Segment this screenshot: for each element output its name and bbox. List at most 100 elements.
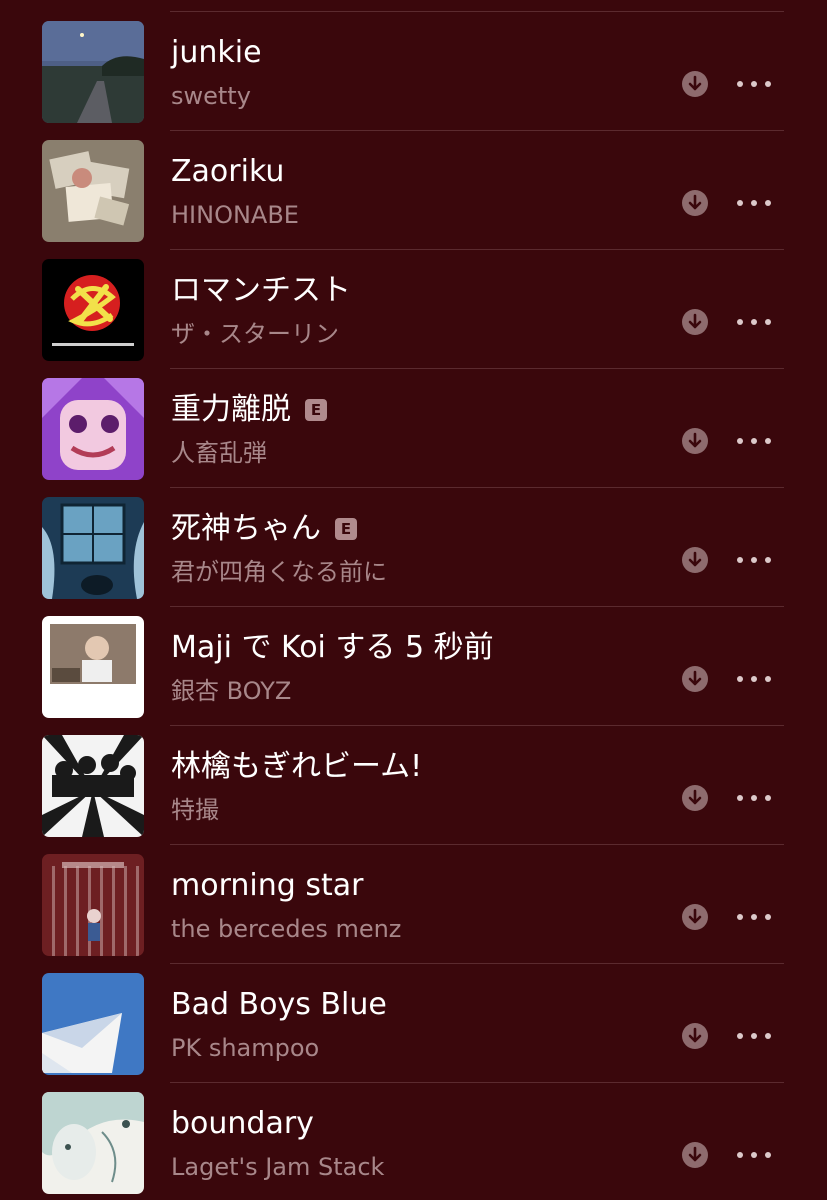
more-icon-dot	[751, 557, 757, 563]
download-button[interactable]	[682, 785, 708, 811]
more-icon-dot	[751, 1152, 757, 1158]
art-purple-anime-face[interactable]	[42, 378, 144, 480]
song-row-6[interactable]: Maji で Koi する 5 秒前 銀杏 BOYZ	[0, 607, 827, 726]
song-row-2[interactable]: Zaoriku HINONABE	[0, 131, 827, 250]
download-icon	[688, 1027, 702, 1043]
more-icon-dot	[737, 1152, 743, 1158]
download-button[interactable]	[682, 547, 708, 573]
art-red-stripes[interactable]	[42, 854, 144, 956]
art-dusk-road[interactable]	[42, 21, 144, 123]
song-title-text: 重力離脱	[171, 392, 291, 427]
more-button[interactable]	[737, 429, 771, 453]
more-button[interactable]	[737, 1024, 771, 1048]
download-button[interactable]	[682, 71, 708, 97]
download-button[interactable]	[682, 904, 708, 930]
more-icon-dot	[751, 676, 757, 682]
more-icon-dot	[751, 438, 757, 444]
more-button[interactable]	[737, 72, 771, 96]
explicit-badge: E	[335, 518, 357, 540]
song-title: morning star	[171, 868, 363, 904]
explicit-badge: E	[305, 399, 327, 421]
more-icon-dot	[751, 81, 757, 87]
more-icon-dot	[751, 1033, 757, 1039]
art-photo-collage[interactable]	[42, 140, 144, 242]
more-button[interactable]	[737, 1143, 771, 1167]
more-icon-dot	[765, 438, 771, 444]
download-icon	[688, 670, 702, 686]
song-title-text: 死神ちゃん	[171, 511, 321, 546]
download-icon	[688, 194, 702, 210]
artist-name: 特撮	[171, 796, 219, 824]
more-button[interactable]	[737, 310, 771, 334]
more-icon-dot	[751, 914, 757, 920]
download-icon	[688, 1146, 702, 1162]
artist-name: HINONABE	[171, 201, 299, 229]
song-row-1[interactable]: junkie swetty	[0, 12, 827, 131]
artist-name: swetty	[171, 82, 251, 110]
artist-name: 人畜乱弾	[171, 439, 267, 467]
download-button[interactable]	[682, 1142, 708, 1168]
more-icon-dot	[737, 200, 743, 206]
song-row-8[interactable]: morning star the bercedes menz	[0, 845, 827, 964]
more-icon-dot	[737, 676, 743, 682]
art-band-burst[interactable]	[42, 735, 144, 837]
download-button[interactable]	[682, 428, 708, 454]
song-title: Maji で Koi する 5 秒前	[171, 630, 494, 666]
song-title-text: Maji で Koi する 5 秒前	[171, 630, 494, 665]
art-blue-room[interactable]	[42, 497, 144, 599]
song-title: Zaoriku	[171, 154, 284, 190]
art-blue-paper-plane[interactable]	[42, 973, 144, 1075]
song-title: Bad Boys Blue	[171, 987, 387, 1023]
download-button[interactable]	[682, 190, 708, 216]
download-icon	[688, 75, 702, 91]
song-title: ロマンチスト	[171, 273, 351, 309]
download-icon	[688, 432, 702, 448]
more-icon-dot	[765, 914, 771, 920]
more-icon-dot	[751, 200, 757, 206]
download-button[interactable]	[682, 1023, 708, 1049]
art-stalin-logo[interactable]	[42, 259, 144, 361]
song-title: 重力離脱 E	[171, 392, 327, 428]
more-icon-dot	[737, 795, 743, 801]
artist-name: ザ・スターリン	[171, 320, 339, 348]
more-icon-dot	[737, 438, 743, 444]
song-title-text: ロマンチスト	[171, 273, 351, 308]
song-title: 死神ちゃん E	[171, 511, 357, 547]
more-button[interactable]	[737, 548, 771, 572]
more-button[interactable]	[737, 667, 771, 691]
song-row-5[interactable]: 死神ちゃん E 君が四角くなる前に	[0, 488, 827, 607]
more-icon-dot	[737, 557, 743, 563]
song-title: junkie	[171, 35, 262, 71]
more-icon-dot	[737, 1033, 743, 1039]
more-icon-dot	[765, 1033, 771, 1039]
song-title-text: Zaoriku	[171, 154, 285, 189]
more-icon-dot	[737, 914, 743, 920]
more-icon-dot	[737, 319, 743, 325]
more-icon-dot	[765, 1152, 771, 1158]
song-title-text: morning star	[171, 868, 364, 903]
download-icon	[688, 789, 702, 805]
song-row-3[interactable]: ロマンチスト ザ・スターリン	[0, 250, 827, 369]
more-icon-dot	[751, 319, 757, 325]
song-row-4[interactable]: 重力離脱 E 人畜乱弾	[0, 369, 827, 488]
artist-name: Laget's Jam Stack	[171, 1153, 385, 1181]
more-button[interactable]	[737, 191, 771, 215]
more-icon-dot	[751, 795, 757, 801]
art-polaroid-photo[interactable]	[42, 616, 144, 718]
song-title: 林檎もぎれビーム!	[171, 749, 422, 785]
download-button[interactable]	[682, 666, 708, 692]
art-teal-sketch[interactable]	[42, 1092, 144, 1194]
song-title-text: boundary	[171, 1106, 314, 1141]
more-icon-dot	[737, 81, 743, 87]
more-button[interactable]	[737, 786, 771, 810]
more-button[interactable]	[737, 905, 771, 929]
song-row-9[interactable]: Bad Boys Blue PK shampoo	[0, 964, 827, 1083]
more-icon-dot	[765, 200, 771, 206]
song-row-10[interactable]: boundary Laget's Jam Stack	[0, 1083, 827, 1200]
download-button[interactable]	[682, 309, 708, 335]
more-icon-dot	[765, 795, 771, 801]
song-title-text: 林檎もぎれビーム!	[171, 749, 423, 784]
song-title-text: junkie	[171, 35, 262, 70]
song-row-7[interactable]: 林檎もぎれビーム! 特撮	[0, 726, 827, 845]
more-icon-dot	[765, 557, 771, 563]
